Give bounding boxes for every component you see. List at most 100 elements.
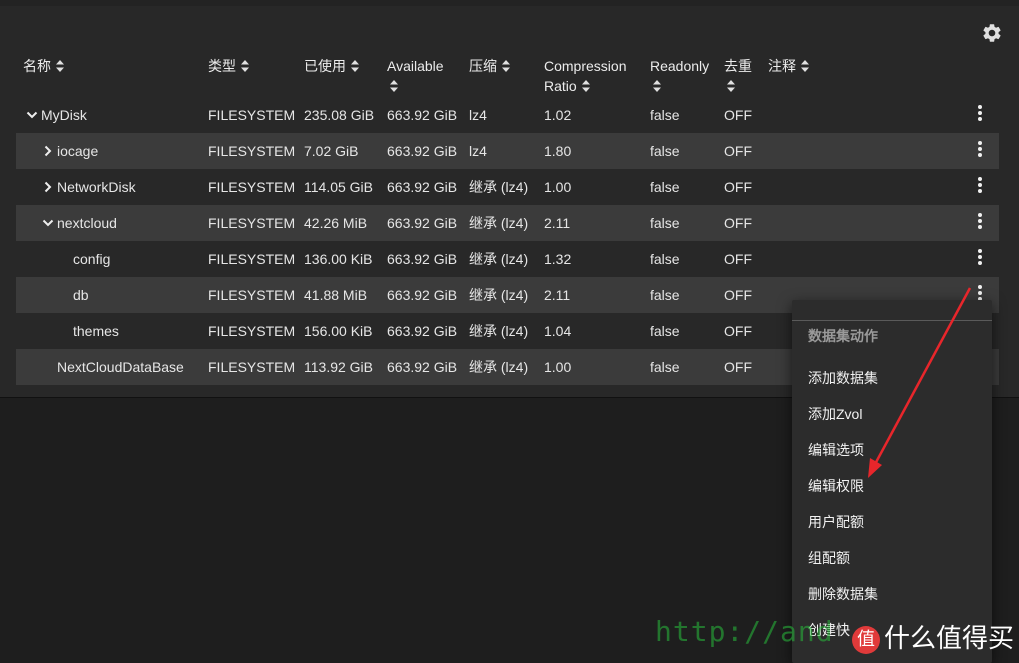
dataset-used: 235.08 GiB xyxy=(304,107,375,123)
column-header-compression-ratio[interactable]: Compression Ratio xyxy=(544,56,626,96)
column-header-label: 名称 xyxy=(23,58,51,74)
more-vert-icon[interactable] xyxy=(976,249,984,269)
column-header-used[interactable]: 已使用 xyxy=(304,56,360,76)
sort-updown-icon xyxy=(56,60,64,72)
table-row[interactable]: config FILESYSTEM 136.00 KiB 663.92 GiB … xyxy=(16,241,999,277)
menu-item-add-dataset[interactable]: 添加数据集 xyxy=(792,360,992,396)
chevron-right-icon[interactable] xyxy=(42,145,54,157)
sort-updown-icon xyxy=(801,60,809,72)
dataset-dedup: OFF xyxy=(724,107,752,123)
column-header-readonly[interactable]: Readonly xyxy=(650,56,709,96)
menu-item-add-zvol[interactable]: 添加Zvol xyxy=(792,396,992,432)
chevron-right-icon[interactable] xyxy=(42,181,54,193)
dataset-dedup: OFF xyxy=(724,323,752,339)
chevron-down-icon[interactable] xyxy=(42,217,54,229)
dataset-dedup: OFF xyxy=(724,251,752,267)
table-row[interactable]: iocage FILESYSTEM 7.02 GiB 663.92 GiB lz… xyxy=(16,133,999,169)
url-watermark: http://and xyxy=(655,615,834,648)
gear-icon[interactable] xyxy=(981,22,1003,44)
sort-updown-icon xyxy=(390,80,398,92)
dataset-compression: 继承 (lz4) xyxy=(469,179,529,195)
dataset-name: db xyxy=(73,287,89,303)
dataset-available: 663.92 GiB xyxy=(387,215,458,231)
column-header-label: 去重 xyxy=(724,58,752,74)
column-header-label: Ratio xyxy=(544,78,577,94)
brand-watermark: 值什么值得买 xyxy=(852,618,1014,655)
sort-updown-icon xyxy=(653,80,661,92)
menu-item-group-quotas[interactable]: 组配额 xyxy=(792,540,992,576)
dataset-used: 136.00 KiB xyxy=(304,251,373,267)
dataset-available: 663.92 GiB xyxy=(387,287,458,303)
dataset-ratio: 1.02 xyxy=(544,107,572,123)
more-vert-icon[interactable] xyxy=(976,177,984,197)
dataset-readonly: false xyxy=(650,143,680,159)
brand-logo-icon: 值 xyxy=(852,626,880,654)
dataset-readonly: false xyxy=(650,251,680,267)
dataset-type: FILESYSTEM xyxy=(208,287,296,303)
table-row[interactable]: nextcloud FILESYSTEM 42.26 MiB 663.92 Gi… xyxy=(16,205,999,241)
dataset-name: NetworkDisk xyxy=(57,179,136,195)
column-header-label: 类型 xyxy=(208,58,236,74)
dataset-type: FILESYSTEM xyxy=(208,323,296,339)
dataset-compression: 继承 (lz4) xyxy=(469,323,529,339)
more-vert-icon[interactable] xyxy=(976,213,984,233)
dataset-readonly: false xyxy=(650,287,680,303)
column-header-label: Readonly xyxy=(650,58,710,74)
dataset-name: iocage xyxy=(57,143,99,159)
dataset-readonly: false xyxy=(650,323,680,339)
menu-item-edit-options[interactable]: 编辑选项 xyxy=(792,432,992,468)
dataset-dedup: OFF xyxy=(724,143,752,159)
dataset-ratio: 2.11 xyxy=(544,287,571,303)
menu-item-user-quotas[interactable]: 用户配额 xyxy=(792,504,992,540)
sort-updown-icon xyxy=(727,80,735,92)
dataset-type: FILESYSTEM xyxy=(208,179,296,195)
dataset-type: FILESYSTEM xyxy=(208,143,296,159)
column-header-label: 已使用 xyxy=(304,58,346,74)
column-header-name[interactable]: 名称 xyxy=(23,56,65,76)
dataset-actions-menu: 数据集动作 添加数据集 添加Zvol 编辑选项 编辑权限 用户配额 组配额 删除… xyxy=(792,300,992,663)
dataset-name: NextCloudDataBase xyxy=(57,359,184,375)
dataset-readonly: false xyxy=(650,359,680,375)
dataset-compression: 继承 (lz4) xyxy=(469,215,529,231)
dataset-type: FILESYSTEM xyxy=(208,251,296,267)
dataset-used: 42.26 MiB xyxy=(304,215,368,231)
dataset-available: 663.92 GiB xyxy=(387,323,458,339)
column-header-type[interactable]: 类型 xyxy=(208,56,250,76)
more-vert-icon[interactable] xyxy=(976,105,984,125)
dataset-used: 114.05 GiB xyxy=(304,179,374,195)
dataset-dedup: OFF xyxy=(724,179,752,195)
menu-item-edit-permissions[interactable]: 编辑权限 xyxy=(792,468,992,504)
dataset-used: 41.88 MiB xyxy=(304,287,368,303)
chevron-down-icon[interactable] xyxy=(26,109,38,121)
dataset-ratio: 1.00 xyxy=(544,359,572,375)
sort-updown-icon xyxy=(502,60,510,72)
table-row[interactable]: MyDisk FILESYSTEM 235.08 GiB 663.92 GiB … xyxy=(16,97,999,133)
dataset-used: 113.92 GiB xyxy=(304,359,374,375)
dataset-available: 663.92 GiB xyxy=(387,179,458,195)
dataset-compression: lz4 xyxy=(469,143,487,159)
dataset-available: 663.92 GiB xyxy=(387,143,458,159)
menu-item-delete-dataset[interactable]: 删除数据集 xyxy=(792,576,992,612)
dataset-compression: 继承 (lz4) xyxy=(469,287,529,303)
column-header-dedup[interactable]: 去重 xyxy=(724,56,752,96)
menu-divider xyxy=(792,320,992,321)
dataset-readonly: false xyxy=(650,179,680,195)
brand-watermark-text: 什么值得买 xyxy=(884,624,1015,654)
dataset-available: 663.92 GiB xyxy=(387,359,458,375)
dataset-readonly: false xyxy=(650,215,680,231)
dataset-dedup: OFF xyxy=(724,287,752,303)
dataset-type: FILESYSTEM xyxy=(208,359,296,375)
dataset-type: FILESYSTEM xyxy=(208,107,296,123)
column-header-available[interactable]: Available xyxy=(387,56,444,96)
dataset-ratio: 2.11 xyxy=(544,215,571,231)
sort-updown-icon xyxy=(351,60,359,72)
column-header-label: 注释 xyxy=(768,58,796,74)
table-row[interactable]: NetworkDisk FILESYSTEM 114.05 GiB 663.92… xyxy=(16,169,999,205)
dataset-available: 663.92 GiB xyxy=(387,107,458,123)
dataset-compression: 继承 (lz4) xyxy=(469,251,529,267)
dataset-ratio: 1.80 xyxy=(544,143,572,159)
column-header-comments[interactable]: 注释 xyxy=(768,56,810,76)
more-vert-icon[interactable] xyxy=(976,141,984,161)
column-header-compression[interactable]: 压缩 xyxy=(469,56,511,76)
dataset-type: FILESYSTEM xyxy=(208,215,296,231)
